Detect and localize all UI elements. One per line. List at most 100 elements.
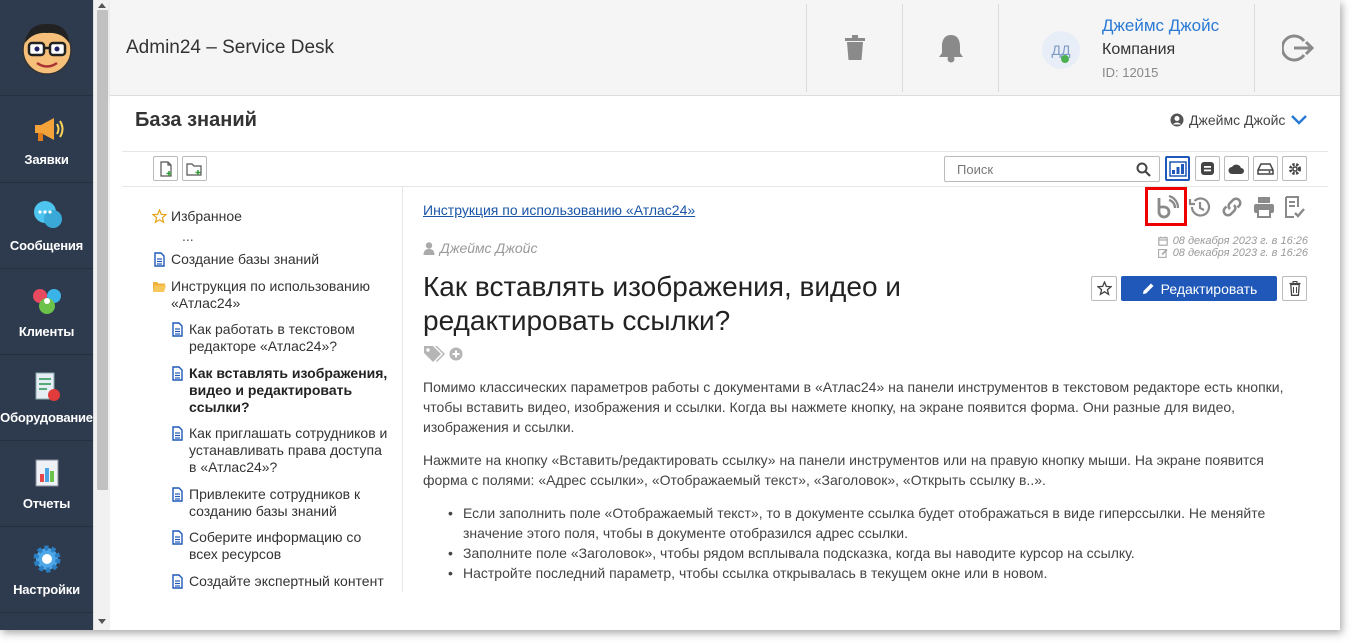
history-button[interactable] bbox=[1185, 192, 1215, 222]
header-company: Компания bbox=[1102, 41, 1176, 58]
article-author: Джеймс Джойс bbox=[423, 240, 537, 256]
favorite-button[interactable] bbox=[1091, 276, 1117, 301]
current-user-name: Джеймс Джойс bbox=[1189, 112, 1286, 128]
list-item: Заполните поле «Заголовок», чтобы рядом … bbox=[448, 543, 1293, 563]
cloud-icon bbox=[1228, 164, 1244, 174]
article-title: Как вставлять изображения, видео и редак… bbox=[423, 271, 901, 336]
document-icon bbox=[172, 530, 183, 545]
tree-item-label: Избранное bbox=[171, 208, 242, 224]
current-user-menu[interactable]: Джеймс Джойс bbox=[1170, 112, 1308, 128]
tree-ellipsis: ... bbox=[182, 228, 194, 244]
toolbar-divider bbox=[122, 151, 1328, 152]
tree-item-label: Создайте экспертный контент bbox=[189, 573, 384, 589]
tree-item-active[interactable]: Как вставлять изображения, видео и редак… bbox=[170, 365, 392, 416]
avatar[interactable]: ДД bbox=[1042, 31, 1080, 69]
search-input[interactable] bbox=[945, 157, 1135, 181]
page-title: База знаний bbox=[135, 109, 257, 131]
cloud-button[interactable] bbox=[1224, 156, 1249, 181]
document-icon bbox=[172, 487, 183, 502]
chevron-down-icon bbox=[1291, 115, 1308, 125]
user-circle-icon bbox=[1170, 113, 1184, 127]
article-paragraph: Помимо классических параметров работы с … bbox=[423, 379, 1284, 435]
copy-link-button[interactable] bbox=[1217, 192, 1247, 222]
delete-article-button[interactable] bbox=[1282, 276, 1307, 301]
tree-folder[interactable]: Инструкция по использованию «Атлас24» bbox=[152, 278, 392, 312]
header-user-name[interactable]: Джеймс Джойс bbox=[1102, 16, 1219, 36]
tree-item-label: Как приглашать сотрудников и устанавлива… bbox=[189, 425, 388, 475]
add-tag-icon[interactable] bbox=[449, 347, 463, 361]
star-outline-icon bbox=[1096, 281, 1112, 296]
settings-gear-icon bbox=[33, 545, 60, 573]
chain-link-icon bbox=[1222, 197, 1242, 217]
scroll-up-arrow-icon[interactable] bbox=[98, 3, 106, 8]
chat-bubbles-icon bbox=[33, 201, 62, 228]
nav-settings[interactable]: Настройки bbox=[0, 527, 93, 613]
trash-button[interactable] bbox=[807, 0, 902, 96]
nav-equipment[interactable]: Оборудование bbox=[0, 355, 93, 441]
gear-icon bbox=[1288, 162, 1301, 175]
vertical-scrollbar[interactable] bbox=[93, 0, 110, 630]
document-icon bbox=[172, 322, 183, 337]
nav-messages[interactable]: Сообщения bbox=[0, 183, 93, 269]
blog-view-button[interactable] bbox=[1195, 156, 1220, 181]
tree-item[interactable]: Создание базы знаний bbox=[152, 251, 392, 268]
document-icon bbox=[172, 574, 183, 589]
scroll-down-arrow-icon[interactable] bbox=[98, 619, 106, 624]
chart-view-icon bbox=[1168, 160, 1187, 177]
tree-item-favorites[interactable]: Избранное bbox=[152, 208, 242, 225]
nav-requests[interactable]: Заявки bbox=[0, 97, 93, 183]
nav-clients[interactable]: Клиенты bbox=[0, 269, 93, 355]
tree-item-label: Создание базы знаний bbox=[171, 251, 320, 267]
document-icon bbox=[172, 426, 183, 441]
app-window: Заявки Сообщения Клиенты Оборудование От… bbox=[0, 0, 1340, 630]
nav-label: Сообщения bbox=[9, 238, 84, 253]
edited-date-text: 08 декабря 2023 г. в 16:26 bbox=[1172, 247, 1308, 259]
created-date: 08 декабря 2023 г. в 16:26 bbox=[1150, 235, 1308, 247]
nav-label: Оборудование bbox=[0, 410, 93, 425]
new-folder-button[interactable] bbox=[182, 156, 207, 181]
new-document-button[interactable] bbox=[153, 156, 178, 181]
top-header: Admin24 – Service Desk ДД Джеймс Джойс К… bbox=[110, 0, 1340, 96]
app-title: Admin24 – Service Desk bbox=[126, 37, 335, 58]
tree-view-button[interactable] bbox=[1165, 156, 1190, 181]
document-icon bbox=[154, 252, 165, 267]
nav-label: Настройки bbox=[13, 582, 80, 597]
checklist-icon bbox=[1285, 196, 1305, 218]
tree-item-label: Инструкция по использованию «Атлас24» bbox=[171, 278, 371, 311]
tree-item[interactable]: Как приглашать сотрудников и устанавлива… bbox=[170, 425, 392, 476]
tree-item-label: Как вставлять изображения, видео и редак… bbox=[189, 365, 388, 415]
tags-icon[interactable] bbox=[423, 345, 447, 363]
printer-icon bbox=[1254, 197, 1274, 218]
reports-icon bbox=[35, 459, 58, 487]
app-logo[interactable] bbox=[0, 0, 93, 96]
scroll-thumb[interactable] bbox=[97, 10, 108, 490]
notifications-button[interactable] bbox=[903, 0, 998, 96]
online-status-dot bbox=[1061, 55, 1069, 63]
tree-item-label: Как работать в текстовом редакторе «Атла… bbox=[189, 321, 355, 354]
nav-label: Клиенты bbox=[18, 324, 75, 339]
tree-item[interactable]: Как работать в текстовом редакторе «Атла… bbox=[170, 321, 392, 355]
search-icon[interactable] bbox=[1136, 162, 1151, 177]
trash-icon bbox=[1289, 281, 1300, 296]
edit-button[interactable]: Редактировать bbox=[1121, 276, 1277, 301]
main-content: База знаний Джеймс Джойс Поиск Избранное… bbox=[110, 96, 1340, 630]
new-document-icon bbox=[159, 160, 172, 177]
drive-button[interactable] bbox=[1253, 156, 1278, 181]
pencil-icon bbox=[1142, 283, 1154, 294]
list-item: Настройте последний параметр, чтобы ссыл… bbox=[448, 563, 1293, 583]
kb-settings-button[interactable] bbox=[1282, 156, 1307, 181]
tree-item[interactable]: Привлеките сотрудников к созданию базы з… bbox=[170, 486, 392, 520]
logout-button[interactable] bbox=[1255, 0, 1340, 96]
article-paragraph: Нажмите на кнопку «Вставить/редактироват… bbox=[423, 452, 1264, 488]
tree-item[interactable]: Соберите информацию со всех ресурсов bbox=[170, 529, 392, 563]
created-date-text: 08 декабря 2023 г. в 16:26 bbox=[1172, 235, 1308, 247]
review-button[interactable] bbox=[1279, 192, 1309, 222]
calendar-icon bbox=[1157, 236, 1168, 246]
article-breadcrumb-link[interactable]: Инструкция по использованию «Атлас24» bbox=[423, 202, 695, 218]
edited-date: 08 декабря 2023 г. в 16:26 bbox=[1150, 247, 1308, 259]
header-user-id: ID: 12015 bbox=[1102, 65, 1159, 80]
tree-item-label: Привлеките сотрудников к созданию базы з… bbox=[189, 486, 361, 519]
tree-item[interactable]: Создайте экспертный контент bbox=[170, 573, 392, 590]
nav-reports[interactable]: Отчеты bbox=[0, 441, 93, 527]
print-button[interactable] bbox=[1249, 192, 1279, 222]
